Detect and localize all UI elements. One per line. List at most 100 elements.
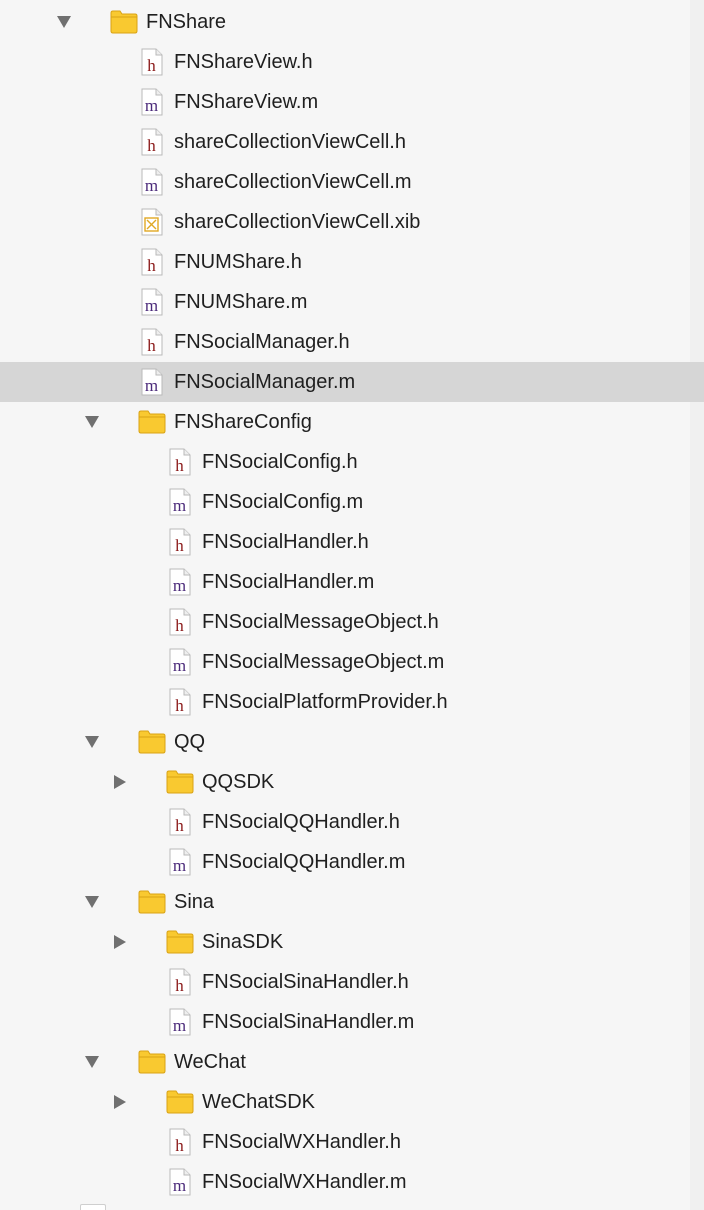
folder-row-sinasdk[interactable]: SinaSDK [0, 922, 704, 962]
objc-source-file-icon: m [138, 168, 166, 196]
file-row-fnsocialmessageobject-h[interactable]: h FNSocialMessageObject.h [0, 602, 704, 642]
svg-text:m: m [145, 176, 158, 195]
header-file-icon: h [138, 328, 166, 356]
svg-text:h: h [147, 336, 156, 355]
header-file-icon: h [166, 808, 194, 836]
folder-label: QQSDK [202, 771, 275, 793]
svg-text:m: m [145, 376, 158, 395]
file-row-fnsocialqqhandler-h[interactable]: h FNSocialQQHandler.h [0, 802, 704, 842]
file-label: FNSocialWXHandler.m [202, 1171, 407, 1193]
file-row-fnsocialwxhandler-h[interactable]: h FNSocialWXHandler.h [0, 1122, 704, 1162]
file-row-fnsocialmanager-m[interactable]: m FNSocialManager.m [0, 362, 704, 402]
svg-text:h: h [147, 136, 156, 155]
file-row-fnsocialsinahandler-m[interactable]: m FNSocialSinaHandler.m [0, 1002, 704, 1042]
file-row-fnsocialqqhandler-m[interactable]: m FNSocialQQHandler.m [0, 842, 704, 882]
disclosure-expanded-icon[interactable] [56, 15, 72, 29]
folder-icon [166, 768, 194, 796]
svg-text:m: m [173, 856, 186, 875]
svg-text:h: h [175, 1136, 184, 1155]
disclosure-collapsed-icon[interactable] [112, 1095, 128, 1109]
svg-text:h: h [175, 536, 184, 555]
file-row-fnsocialconfig-m[interactable]: m FNSocialConfig.m [0, 482, 704, 522]
folder-row-qqsdk[interactable]: QQSDK [0, 762, 704, 802]
xib-file-icon [138, 208, 166, 236]
file-row-sharecollectionviewcell-h[interactable]: h shareCollectionViewCell.h [0, 122, 704, 162]
header-file-icon: h [166, 528, 194, 556]
project-navigator[interactable]: FNShare h FNShareView.h m FNShareView.m h shar… [0, 0, 704, 1210]
objc-source-file-icon: m [138, 88, 166, 116]
folder-icon [138, 408, 166, 436]
disclosure-collapsed-icon[interactable] [112, 935, 128, 949]
objc-source-file-icon: m [138, 368, 166, 396]
folder-label: QQ [174, 731, 206, 753]
file-label: FNSocialPlatformProvider.h [202, 691, 448, 713]
svg-text:h: h [175, 976, 184, 995]
file-row-sharecollectionviewcell-xib[interactable]: shareCollectionViewCell.xib [0, 202, 704, 242]
folder-label: FNShare [146, 11, 227, 33]
folder-row-wechatsdk[interactable]: WeChatSDK [0, 1082, 704, 1122]
file-row-fnsocialsinahandler-h[interactable]: h FNSocialSinaHandler.h [0, 962, 704, 1002]
file-label: FNUMShare.h [174, 251, 302, 273]
svg-text:h: h [147, 56, 156, 75]
svg-text:m: m [173, 576, 186, 595]
objc-source-file-icon: m [166, 1168, 194, 1196]
file-row-fnshareview-h[interactable]: h FNShareView.h [0, 42, 704, 82]
disclosure-expanded-icon[interactable] [84, 415, 100, 429]
svg-text:h: h [175, 616, 184, 635]
file-label: FNSocialConfig.m [202, 491, 364, 513]
svg-text:h: h [147, 256, 156, 275]
file-label: FNSocialQQHandler.h [202, 811, 400, 833]
file-label: FNShareView.m [174, 91, 319, 113]
file-row-fnshareview-m[interactable]: m FNShareView.m [0, 82, 704, 122]
disclosure-expanded-icon[interactable] [84, 895, 100, 909]
file-row-fnumshare-m[interactable]: m FNUMShare.m [0, 282, 704, 322]
header-file-icon: h [138, 248, 166, 276]
svg-text:h: h [175, 696, 184, 715]
folder-icon [110, 8, 138, 36]
file-label: FNSocialConfig.h [202, 451, 358, 473]
file-label: shareCollectionViewCell.h [174, 131, 406, 153]
file-row-fnsocialhandler-m[interactable]: m FNSocialHandler.m [0, 562, 704, 602]
folder-label: WeChatSDK [202, 1091, 316, 1113]
objc-source-file-icon: m [166, 848, 194, 876]
file-row-sharecollectionviewcell-m[interactable]: m shareCollectionViewCell.m [0, 162, 704, 202]
folder-label: FNShareConfig [174, 411, 312, 433]
file-label: FNSocialQQHandler.m [202, 851, 406, 873]
objc-source-file-icon: m [166, 1008, 194, 1036]
header-file-icon: h [166, 688, 194, 716]
file-row-fnsocialconfig-h[interactable]: h FNSocialConfig.h [0, 442, 704, 482]
file-label: FNUMShare.m [174, 291, 308, 313]
file-label: FNShareView.h [174, 51, 313, 73]
folder-row-sina[interactable]: Sina [0, 882, 704, 922]
file-row-fnsocialmanager-h[interactable]: h FNSocialManager.h [0, 322, 704, 362]
header-file-icon: h [138, 48, 166, 76]
header-file-icon: h [166, 448, 194, 476]
objc-source-file-icon: m [138, 288, 166, 316]
file-row-fnsocialhandler-h[interactable]: h FNSocialHandler.h [0, 522, 704, 562]
file-row-fnsocialmessageobject-m[interactable]: m FNSocialMessageObject.m [0, 642, 704, 682]
file-row-fnsocialplatformprovider-h[interactable]: h FNSocialPlatformProvider.h [0, 682, 704, 722]
disclosure-expanded-icon[interactable] [84, 735, 100, 749]
svg-text:m: m [173, 496, 186, 515]
objc-source-file-icon: m [166, 488, 194, 516]
header-file-icon: h [166, 968, 194, 996]
file-label: FNSocialHandler.h [202, 531, 369, 553]
disclosure-expanded-icon[interactable] [84, 1055, 100, 1069]
file-row-fnumshare-h[interactable]: h FNUMShare.h [0, 242, 704, 282]
folder-row-fnshareconfig[interactable]: FNShareConfig [0, 402, 704, 442]
file-label: FNSocialWXHandler.h [202, 1131, 401, 1153]
file-label: FNSocialHandler.m [202, 571, 375, 593]
folder-label: SinaSDK [202, 931, 284, 953]
folder-row-qq[interactable]: QQ [0, 722, 704, 762]
file-row-fnsocialwxhandler-m[interactable]: m FNSocialWXHandler.m [0, 1162, 704, 1202]
folder-icon [138, 728, 166, 756]
folder-icon [166, 928, 194, 956]
folder-label: Sina [174, 891, 215, 913]
folder-row-wechat[interactable]: WeChat [0, 1042, 704, 1082]
file-label: shareCollectionViewCell.m [174, 171, 412, 193]
disclosure-collapsed-icon[interactable] [112, 775, 128, 789]
folder-row-fnshare[interactable]: FNShare [0, 2, 704, 42]
objc-source-file-icon: m [166, 568, 194, 596]
folder-icon [138, 888, 166, 916]
file-label: FNSocialMessageObject.h [202, 611, 439, 633]
